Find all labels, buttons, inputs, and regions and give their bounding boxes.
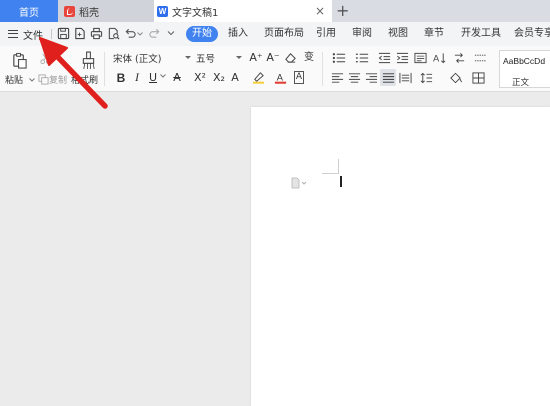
borders-icon[interactable] (471, 71, 486, 84)
redo-icon[interactable] (147, 26, 162, 41)
shading-icon[interactable] (448, 71, 463, 84)
tab-home-label: 首页 (19, 7, 39, 19)
file-menu-button[interactable]: 文件 (8, 26, 43, 42)
cut-icon[interactable] (38, 51, 52, 65)
paste-dropdown-icon[interactable] (29, 77, 35, 83)
grow-font-button[interactable]: A⁺ (249, 50, 263, 65)
menu-divider (51, 29, 52, 39)
hamburger-icon (8, 30, 18, 38)
paste-label[interactable]: 粘贴 (5, 73, 23, 86)
decrease-indent-icon[interactable] (377, 51, 391, 64)
line-spacing-icon[interactable] (419, 71, 433, 84)
pinyin-guide-button[interactable]: 变 (301, 50, 317, 65)
strikethrough-label: A (173, 71, 181, 84)
underline-button[interactable]: U (147, 70, 159, 85)
ribbon-divider (104, 52, 105, 86)
font-size-value: 五号 (196, 53, 216, 65)
tab-insert[interactable]: 插入 (224, 26, 252, 42)
chinese-layout-icon[interactable] (413, 51, 427, 64)
text-cursor (340, 176, 342, 187)
format-painter-label[interactable]: 格式刷 (71, 73, 98, 86)
character-border-label: A (293, 71, 305, 84)
font-color-button[interactable]: A (273, 70, 287, 85)
justify-icon[interactable] (380, 69, 396, 86)
format-painter-icon[interactable] (79, 49, 97, 71)
increase-indent-icon[interactable] (395, 51, 409, 64)
style-normal[interactable]: AaBbCcDd 正文 (499, 50, 550, 88)
close-tab-icon[interactable]: × (315, 4, 325, 18)
tab-stops-icon[interactable] (473, 51, 488, 64)
writer-doc-icon: W (157, 5, 168, 17)
style-name-label: 正文 (512, 78, 530, 88)
shrink-font-button[interactable]: A⁻ (266, 50, 280, 65)
bullet-list-icon[interactable] (331, 51, 347, 64)
tab-references[interactable]: 引用 (313, 26, 339, 42)
underline-dropdown-icon[interactable] (160, 73, 166, 79)
tab-page-layout[interactable]: 页面布局 (261, 26, 307, 42)
title-tab-bar: 首页 稻壳 W 文字文稿1 × + (0, 0, 550, 22)
copy-label[interactable]: 复制 (49, 73, 67, 86)
align-left-icon[interactable] (330, 71, 344, 84)
tab-section[interactable]: 章节 (421, 26, 447, 42)
chevron-down-icon (236, 56, 242, 59)
tab-developer[interactable]: 开发工具 (458, 26, 504, 42)
tab-home[interactable]: 首页 (0, 0, 58, 22)
paragraph-layout-icon[interactable] (290, 177, 308, 189)
tab-member[interactable]: 会员专享 (514, 26, 550, 42)
tab-docer-label: 稻壳 (79, 7, 99, 19)
save-icon[interactable] (56, 26, 71, 41)
tab-document[interactable]: W 文字文稿1 × (154, 0, 332, 22)
print-preview-icon[interactable] (106, 26, 121, 41)
pinyin-guide-label: 变 (304, 51, 314, 63)
paste-icon[interactable] (9, 50, 29, 70)
export-pdf-icon[interactable] (72, 26, 87, 41)
docer-logo-icon (64, 5, 75, 17)
file-menu-label: 文件 (23, 30, 43, 42)
svg-text:A: A (276, 72, 283, 82)
print-icon[interactable] (89, 26, 104, 41)
italic-label: I (135, 70, 139, 84)
tab-docer[interactable]: 稻壳 (58, 0, 154, 22)
undo-dropdown-icon[interactable] (136, 26, 144, 41)
chevron-down-icon (185, 56, 191, 59)
copy-icon[interactable] (37, 73, 49, 85)
tab-document-label: 文字文稿1 (172, 7, 219, 19)
ribbon-divider (322, 52, 323, 86)
align-center-icon[interactable] (347, 71, 361, 84)
menu-bar: 文件 开始 插入 页面布局 引用 审阅 视图 章节 开发工具 会员专享 (0, 22, 550, 46)
font-size-dropdown[interactable]: 五号 (196, 50, 244, 65)
character-border-button[interactable]: A (293, 70, 305, 85)
font-name-value: 宋体 (正文) (113, 53, 162, 65)
document-workspace[interactable] (0, 93, 550, 406)
highlight-icon[interactable] (251, 70, 265, 85)
tab-review[interactable]: 审阅 (349, 26, 375, 42)
strikethrough-button[interactable]: A (171, 70, 183, 85)
paragraph-direction-icon[interactable] (452, 51, 467, 64)
distributed-align-icon[interactable] (398, 71, 412, 84)
subscript-button[interactable]: X₂ (211, 70, 227, 85)
customize-toolbar-icon[interactable] (166, 26, 176, 41)
sort-icon[interactable]: A (432, 51, 446, 64)
ribbon-home: 粘贴 复制 格式刷 宋体 (正文) 五号 A⁺ A⁻ 变 B I U A X² … (0, 46, 550, 92)
numbered-list-icon[interactable] (354, 51, 370, 64)
tab-start[interactable]: 开始 (186, 26, 218, 42)
margin-corner-mark (338, 159, 339, 173)
tab-view[interactable]: 视图 (385, 26, 411, 42)
style-sample-text: AaBbCcDd (503, 56, 546, 66)
document-page[interactable] (251, 107, 550, 406)
text-effect-button[interactable]: A (229, 70, 241, 85)
svg-text:A: A (433, 53, 440, 63)
clear-formatting-icon[interactable] (283, 50, 298, 65)
align-right-icon[interactable] (364, 71, 378, 84)
new-tab-button[interactable]: + (336, 1, 349, 21)
margin-corner-mark (322, 173, 339, 174)
superscript-button[interactable]: X² (192, 70, 208, 85)
font-name-dropdown[interactable]: 宋体 (正文) (113, 50, 193, 65)
bold-button[interactable]: B (115, 70, 127, 85)
italic-button[interactable]: I (131, 70, 143, 85)
bold-label: B (116, 70, 126, 85)
underline-label: U (148, 71, 158, 84)
